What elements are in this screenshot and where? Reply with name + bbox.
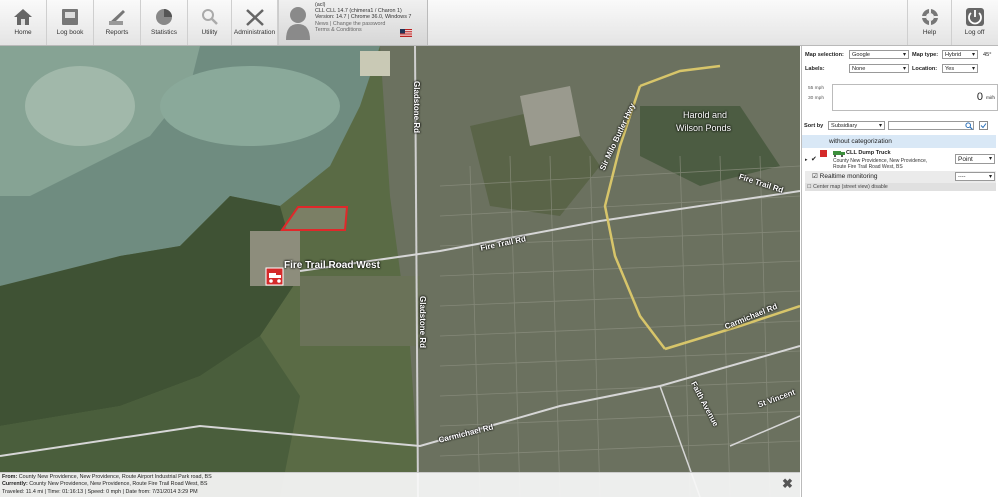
map-imagery: [0, 46, 800, 497]
logbook-button[interactable]: Log book: [47, 0, 94, 45]
map-type-label: Map type:: [912, 52, 939, 58]
home-icon: [14, 9, 32, 25]
close-info-button[interactable]: ✖: [782, 477, 793, 490]
road-label-gladstone-bottom: Gladstone Rd: [418, 296, 427, 349]
home-label: Home: [14, 29, 32, 36]
statistics-button[interactable]: Statistics: [141, 0, 188, 45]
vehicle-name: CLL Dump Truck: [846, 150, 891, 156]
us-flag-icon[interactable]: [400, 29, 412, 37]
road-label-gladstone-top: Gladstone Rd: [412, 81, 421, 134]
current-label: Currently:: [2, 481, 28, 488]
realtime-select[interactable]: ----: [955, 172, 995, 182]
center-map-label: Center map (street view) disable: [813, 184, 888, 190]
trip-stats: Traveled: 11.4 mi | Time: 01:16:13 | Spe…: [2, 488, 198, 495]
category-header[interactable]: without categorization: [802, 135, 996, 148]
current-value: County New Providence, New Providence, R…: [29, 481, 208, 488]
from-label: From:: [2, 474, 18, 480]
help-button[interactable]: Help: [907, 0, 952, 45]
news-link[interactable]: News: [315, 21, 328, 27]
user-info-panel: (acl) CLL CLL 14.7 (chimera1 / Charon 1)…: [278, 0, 428, 45]
logoff-label: Log off: [964, 29, 985, 36]
statistics-label: Statistics: [150, 29, 177, 36]
speed-value: 0: [976, 91, 983, 103]
realtime-monitoring-row: ☑ Realtime monitoring ----: [805, 171, 996, 183]
realtime-label: Realtime monitoring: [819, 173, 878, 180]
search-input[interactable]: [888, 121, 974, 130]
change-password-link[interactable]: Change the password: [333, 21, 385, 27]
sort-select[interactable]: Subsidiary: [828, 121, 885, 131]
control-panel: Map selection: Google Map type: Hybrid 4…: [801, 46, 998, 497]
satellite-map[interactable]: Fire Trail Road West Gladstone Rd Gladst…: [0, 46, 800, 497]
alert-icon: [820, 150, 827, 157]
center-map-row[interactable]: ☐ Center map (street view) disable: [805, 183, 996, 191]
utility-label: Utility: [201, 29, 218, 36]
utility-button[interactable]: Utility: [188, 0, 232, 45]
main-toolbar: Home Log book Reports Statistics Utility…: [0, 0, 998, 46]
logoff-button[interactable]: Log off: [951, 0, 998, 45]
pond-label-line2: Wilson Ponds: [676, 123, 732, 133]
sort-label: Sort by: [804, 123, 824, 129]
link-separator: |: [329, 20, 332, 27]
trip-info-bar: From: County New Providence, New Provide…: [0, 472, 800, 497]
speed-30-label: 30 mph: [808, 96, 824, 101]
angle-toggle[interactable]: 45°: [983, 52, 991, 58]
map-selection-select[interactable]: Google: [849, 50, 909, 60]
power-icon: [965, 8, 984, 26]
sort-row: Sort by Subsidiary: [802, 120, 998, 132]
checkbox-checked-icon[interactable]: ✔: [811, 155, 817, 163]
speed-unit: mi/h: [985, 96, 995, 101]
vehicle-location-label: Fire Trail Road West: [284, 260, 380, 271]
export-icon[interactable]: [979, 121, 988, 130]
location-select[interactable]: Yes: [942, 64, 978, 74]
magnifier-icon: [201, 9, 218, 25]
realtime-checkbox-icon[interactable]: ☑: [812, 173, 818, 180]
reports-button[interactable]: Reports: [94, 0, 141, 45]
speed-55-label: 55 mph: [808, 86, 824, 91]
labels-select[interactable]: None: [849, 64, 909, 74]
vehicle-mode-select[interactable]: Point: [955, 154, 995, 164]
tools-icon: [245, 9, 264, 26]
speedometer: 0 mi/h: [832, 84, 998, 111]
labels-label: Labels:: [805, 66, 825, 72]
category-label: without categorization: [829, 138, 892, 145]
vehicle-list-item[interactable]: ▸ ✔ CLL Dump Truck County New Providence…: [805, 149, 996, 172]
vehicle-marker[interactable]: [265, 267, 284, 286]
statistics-icon: [156, 9, 172, 25]
vehicle-address-line2: Route Fire Trail Road West, BS: [833, 164, 903, 170]
terms-link[interactable]: Terms & Conditions: [315, 27, 411, 33]
reports-icon: [109, 10, 125, 25]
map-type-select[interactable]: Hybrid: [942, 50, 978, 60]
reports-label: Reports: [105, 29, 129, 36]
map-selection-label: Map selection:: [805, 52, 844, 58]
center-map-checkbox-icon[interactable]: ☐: [807, 184, 812, 190]
help-label: Help: [922, 29, 937, 36]
logbook-icon: [62, 9, 78, 25]
administration-label: Administration: [233, 29, 276, 36]
lifebuoy-icon: [921, 9, 938, 25]
administration-button[interactable]: Administration: [232, 0, 278, 45]
pond-label-line1: Harold and: [683, 110, 728, 120]
truck-icon: [833, 151, 845, 157]
home-button[interactable]: Home: [0, 0, 47, 45]
location-label: Location:: [912, 66, 938, 72]
avatar: [286, 7, 310, 40]
search-icon[interactable]: [965, 122, 973, 130]
expand-icon[interactable]: ▸: [805, 157, 808, 163]
from-value: County New Providence, New Providence, R…: [18, 474, 212, 480]
logbook-label: Log book: [56, 29, 84, 36]
